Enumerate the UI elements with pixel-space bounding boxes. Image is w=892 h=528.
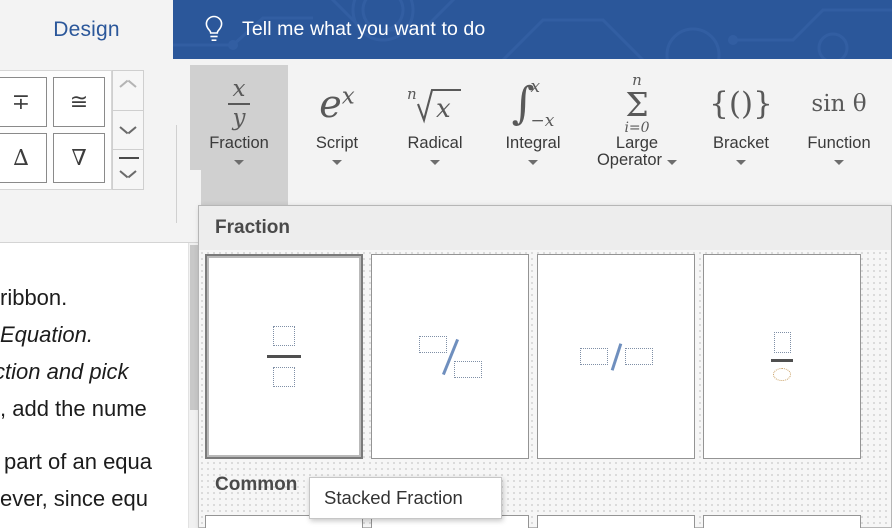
- ribbon-tab-strip: Design Tell me what you want to do: [0, 0, 892, 59]
- symbol-mp[interactable]: ∓: [0, 77, 47, 127]
- symbol-cong[interactable]: ≅: [53, 77, 105, 127]
- fraction-dropdown-caret[interactable]: [234, 160, 244, 166]
- scroll-down-icon: [120, 126, 136, 135]
- gallery-body: Common: [199, 250, 891, 528]
- svg-text:n: n: [407, 85, 417, 103]
- lightbulb-icon: [205, 15, 223, 41]
- integral-dropdown-caret[interactable]: [528, 160, 538, 166]
- structure-label-operator: Operator: [596, 151, 663, 170]
- structures-group: xy Fraction ex Script n x Radical ∫ x −x…: [190, 65, 892, 215]
- structure-button-large-operator[interactable]: n Σ i=0 Large Operator: [582, 65, 692, 215]
- gallery-section-header-fraction: Fraction: [199, 206, 891, 250]
- structure-label-script: Script: [315, 134, 359, 152]
- doc-text-line-6: ever, since equ: [0, 486, 148, 511]
- radical-icon: n x: [405, 73, 465, 135]
- integral-icon: ∫ x −x: [511, 77, 555, 131]
- tell-me-search-box[interactable]: Tell me what you want to do: [173, 0, 892, 59]
- skewed-fraction-preview-icon: [418, 335, 482, 378]
- gallery-section-header-common: Common: [215, 474, 298, 495]
- tab-design[interactable]: Design: [0, 0, 173, 59]
- function-dropdown-caret[interactable]: [834, 160, 844, 166]
- doc-text-line-2: Equation.: [0, 322, 93, 347]
- gallery-row-fraction: [205, 254, 885, 459]
- gallery-item-skewed-fraction[interactable]: [371, 254, 529, 459]
- symbol-delta[interactable]: ∆: [0, 133, 47, 183]
- ribbon-group-divider: [176, 125, 177, 223]
- structure-button-function[interactable]: sin θ Function: [790, 65, 888, 215]
- more-bar-icon: [119, 157, 139, 160]
- structure-label-function: Function: [807, 134, 871, 152]
- structure-button-accent[interactable]: ( Ac: [888, 65, 892, 215]
- symbol-cong-glyph: ≅: [69, 89, 89, 115]
- structure-button-radical[interactable]: n x Radical: [386, 65, 484, 215]
- symbols-more-button[interactable]: [112, 150, 144, 191]
- symbols-scroll-up-button[interactable]: [112, 70, 144, 111]
- symbols-scroll-controls: [112, 70, 144, 191]
- structure-label-fraction: Fraction: [209, 134, 269, 152]
- bracket-dropdown-caret[interactable]: [736, 160, 746, 166]
- symbol-delta-glyph: ∆: [13, 145, 29, 171]
- symbol-nabla-glyph: ∇: [71, 145, 87, 171]
- structure-button-bracket[interactable]: {()} Bracket: [692, 65, 790, 215]
- doc-text-line-1: ribbon.: [0, 285, 68, 310]
- gallery-item-small-fraction[interactable]: [703, 254, 861, 459]
- fraction-icon: xy: [228, 73, 250, 135]
- tab-design-label: Design: [53, 17, 120, 41]
- structure-label-integral: Integral: [505, 134, 561, 152]
- structure-label-radical: Radical: [407, 134, 463, 152]
- large-operator-icon: n Σ i=0: [624, 71, 650, 136]
- doc-text-line-4: , add the nume: [0, 396, 147, 421]
- symbol-mp-glyph: ∓: [11, 89, 31, 115]
- script-icon: ex: [319, 82, 355, 126]
- symbol-nabla[interactable]: ∇: [53, 133, 105, 183]
- linear-fraction-preview-icon: [579, 342, 653, 371]
- word-equation-tools-window: Design Tell me what you want to do ∓ ≅ ∆…: [0, 0, 892, 528]
- svg-text:x: x: [436, 94, 451, 124]
- accent-icon: (: [888, 73, 892, 135]
- structure-button-script[interactable]: ex Script: [288, 65, 386, 215]
- scroll-up-icon: [120, 86, 136, 95]
- doc-text-line-3: ction and pick: [0, 359, 129, 384]
- gallery-item-common-4[interactable]: [703, 515, 861, 528]
- gallery-item-common-3[interactable]: [537, 515, 695, 528]
- large-operator-second-line: Operator: [596, 151, 678, 170]
- function-icon: sin θ: [811, 91, 867, 117]
- structure-label-large: Large: [615, 134, 659, 152]
- more-symbols-icon: [120, 170, 136, 179]
- radical-glyph-svg: n x: [407, 85, 461, 124]
- script-dropdown-caret[interactable]: [332, 160, 342, 166]
- bracket-icon: {()}: [709, 86, 773, 122]
- fraction-gallery-dropdown: Fraction Common: [198, 205, 892, 528]
- symbols-scroll-down-button[interactable]: [112, 110, 144, 151]
- stacked-fraction-preview-icon: [267, 326, 301, 387]
- large-operator-dropdown-caret[interactable]: [667, 160, 678, 166]
- tooltip-text: Stacked Fraction: [324, 487, 463, 508]
- structure-button-integral[interactable]: ∫ x −x Integral: [484, 65, 582, 215]
- structure-label-bracket: Bracket: [713, 134, 769, 152]
- gallery-item-linear-fraction[interactable]: [537, 254, 695, 459]
- symbols-gallery[interactable]: ∓ ≅ ∆ ∇: [0, 70, 112, 190]
- symbols-group: ∓ ≅ ∆ ∇: [0, 70, 174, 191]
- structure-button-fraction[interactable]: xy Fraction: [190, 65, 288, 215]
- small-fraction-preview-icon: [771, 332, 793, 381]
- tell-me-placeholder: Tell me what you want to do: [242, 18, 486, 40]
- doc-text-line-5: part of an equa: [4, 449, 153, 474]
- gallery-item-stacked-fraction[interactable]: [205, 254, 363, 459]
- radical-dropdown-caret[interactable]: [430, 160, 440, 166]
- tooltip-stacked-fraction: Stacked Fraction: [309, 477, 502, 519]
- gallery-row-common: [205, 515, 885, 528]
